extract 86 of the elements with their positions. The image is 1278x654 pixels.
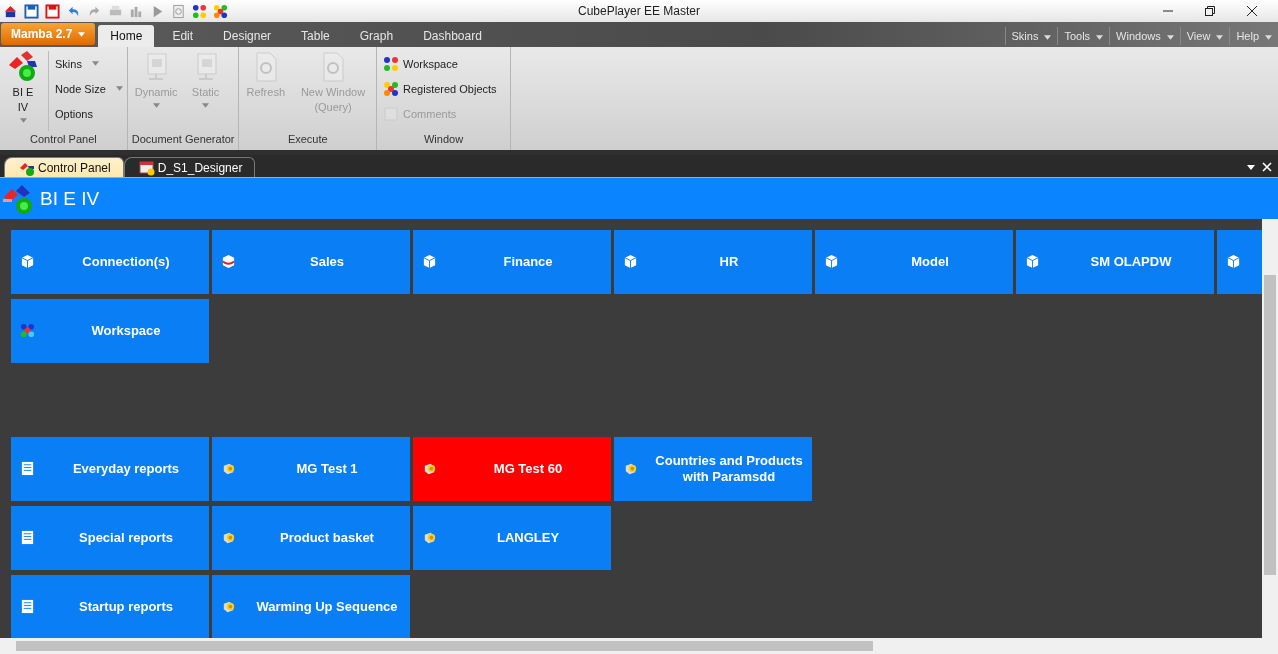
ribbon-button[interactable]: Options [55,101,123,126]
panel-title: BI E IV [40,187,100,210]
report-group-tile[interactable]: Startup reports [11,575,209,638]
caret-icon [1096,34,1104,40]
report-tile[interactable]: Warming Up Sequence [212,575,410,638]
ribbon-tab[interactable]: Table [289,25,342,47]
workspace-icon [383,55,399,72]
report-tile[interactable]: LANGLEY [413,506,611,570]
caret-icon [19,118,27,123]
document-icon [20,530,35,545]
document-icon [20,599,35,614]
cube-tile[interactable]: Finance [413,230,611,294]
coin-icon [422,461,437,476]
caret-icon [1044,34,1052,40]
horizontal-scrollbar[interactable] [0,638,1278,654]
dropdown-icon[interactable] [1246,162,1256,172]
group-label: Execute [286,132,329,147]
ribbon-tab[interactable]: Home [98,25,155,47]
ribbon-tab[interactable]: Designer [211,25,284,47]
ribbon-tab[interactable]: Edit [160,25,206,47]
refresh-icon[interactable] [171,3,186,19]
coin-icon [623,461,638,476]
caret-icon [1166,34,1174,40]
window-icon [138,159,155,176]
coin-icon [221,599,236,614]
document-tab[interactable]: D_S1_Designer [123,157,256,177]
ribbon-button[interactable]: BI E IV [4,51,42,129]
cube-tile[interactable]: SM OLAPDW [1016,230,1214,294]
coin-icon [422,530,437,545]
cube-icon [1226,254,1241,269]
menu-dropdown[interactable]: View [1179,27,1230,45]
caret-icon [1216,34,1224,40]
report-tile[interactable]: MG Test 1 [212,437,410,501]
menu-dropdown[interactable]: Help [1229,27,1278,45]
cube-icon [623,254,638,269]
ribbon-button[interactable]: Node Size [55,76,123,101]
vertical-scrollbar[interactable] [1262,219,1278,638]
workspace-icon [20,323,35,338]
caret-icon [152,103,160,108]
logo-icon [2,182,34,215]
group-label: Document Generator [131,132,235,147]
menu-dropdown[interactable]: Tools [1057,27,1110,45]
caret-icon [1265,34,1272,40]
caret-icon [91,61,99,66]
report-tile[interactable]: MG Test 60 [413,437,611,501]
menu-dropdown[interactable]: Skins [1004,27,1058,45]
document-tab[interactable]: Control Panel [4,157,124,177]
caret-icon [115,86,123,91]
report-group-tile[interactable]: Special reports [11,506,209,570]
caret-icon [202,103,210,108]
ribbon-button[interactable]: Workspace [383,51,497,76]
cube-tile[interactable]: Model [815,230,1013,294]
ribbon-button[interactable]: Registered Objects [383,76,497,101]
cube-tile[interactable]: HR [614,230,812,294]
caret-icon [78,32,86,38]
restore-icon[interactable] [1204,5,1216,17]
save-icon[interactable] [24,3,39,19]
ribbon-tab[interactable]: Dashboard [411,25,494,47]
coin-icon [221,530,236,545]
document-icon [20,461,35,476]
menu-dropdown[interactable]: Windows [1109,27,1180,45]
cube-tile[interactable]: Sales [212,230,410,294]
cube-icon [422,254,437,269]
cube-icon [20,254,35,269]
ribbon-tab[interactable]: Graph [347,25,406,47]
cube-icon [1025,254,1040,269]
ribbon-button[interactable]: Skins [55,51,123,76]
group-label: Control Panel [29,132,98,147]
close-icon[interactable] [1246,5,1258,17]
report-tile[interactable]: Product basket [212,506,410,570]
report-tile[interactable]: Countries and Products with Paramsdd [614,437,812,501]
molecule-icon[interactable] [213,3,228,19]
app-menu-button[interactable]: Mamba 2.7 [1,23,96,45]
workspace-icon[interactable] [192,3,207,19]
cube-tile[interactable]: Workspace [11,299,209,363]
report-group-tile[interactable]: Everyday reports [11,437,209,501]
save-icon[interactable] [45,3,60,19]
logo-icon [7,51,39,83]
coin-icon [221,461,236,476]
cube-icon [221,254,236,269]
cube-icon [824,254,839,269]
molecule-icon [383,80,399,97]
cube-tile[interactable]: Connection(s) [11,230,209,294]
app-logo-icon[interactable] [3,3,18,19]
group-label: Window [422,132,465,147]
window-title: CubePlayer EE Master [577,4,701,18]
